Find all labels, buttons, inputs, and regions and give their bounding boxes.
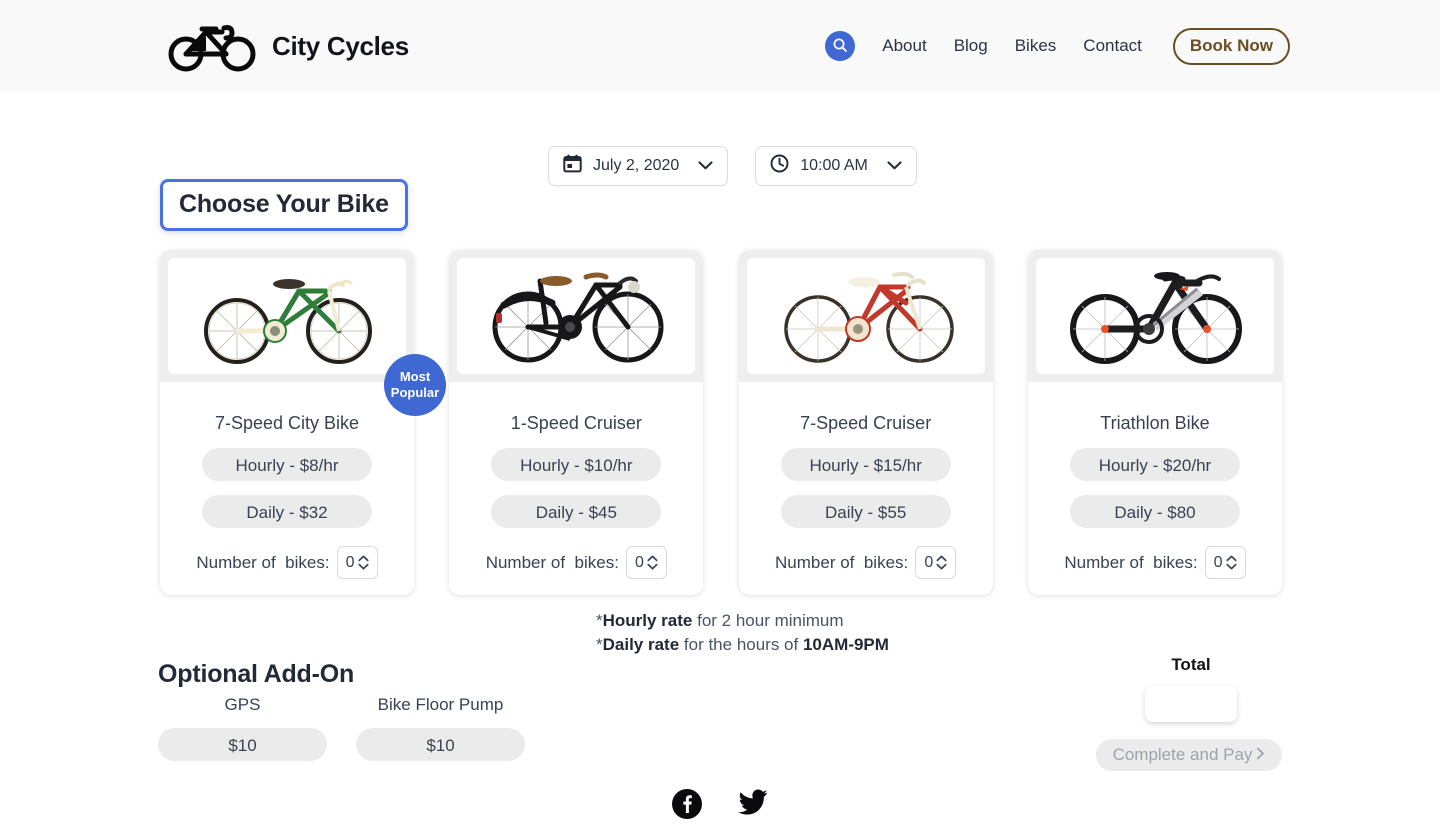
bike-image-container <box>738 250 993 382</box>
daily-rate-note: *Daily rate for the hours of 10AM-9PM <box>596 635 889 655</box>
optional-addons-section: Optional Add-On GPS $10 Bike Floor Pump … <box>158 660 525 761</box>
addon-item-gps: GPS $10 <box>158 695 327 761</box>
total-label: Total <box>1171 655 1211 674</box>
twitter-link[interactable] <box>738 789 768 819</box>
total-section: Total Complete and Pay <box>1096 655 1286 771</box>
hourly-rate-button[interactable]: Hourly - $20/hr <box>1069 448 1240 481</box>
hourly-rate-note: *Hourly rate for 2 hour minimum <box>596 611 844 630</box>
facebook-link[interactable] <box>672 789 702 819</box>
bike-name: Triathlon Bike <box>1100 413 1210 433</box>
bike-name: 7-Speed City Bike <box>214 413 360 433</box>
brand-name: City Cycles <box>272 30 409 61</box>
time-picker[interactable]: 10:00 AM <box>755 146 917 186</box>
nav-item-blog[interactable]: Blog <box>954 36 988 56</box>
page-title: Choose Your Bike <box>179 190 389 218</box>
datetime-pickers: July 2, 2020 10:00 AM <box>548 146 917 186</box>
addon-name: Bike Floor Pump <box>377 695 504 714</box>
badge-line-2: Popular <box>390 385 440 400</box>
hourly-rate-button[interactable]: Hourly - $15/hr <box>780 448 951 481</box>
addons-title: Optional Add-On <box>158 660 355 688</box>
quantity-label: Number of bikes: <box>1064 552 1198 572</box>
rate-notes: *Hourly rate for 2 hour minimum *Daily r… <box>596 609 889 657</box>
bike-image-container <box>160 250 414 382</box>
daily-rate-button[interactable]: Daily - $45 <box>491 495 662 528</box>
chevron-down-icon <box>887 157 902 175</box>
hourly-rate-button[interactable]: Hourly - $10/hr <box>491 448 662 481</box>
quantity-row: Number of bikes: 0 <box>160 546 414 579</box>
nav-item-contact[interactable]: Contact <box>1083 36 1142 56</box>
calendar-icon <box>563 154 582 178</box>
pay-button-label: Complete and Pay <box>1112 745 1253 764</box>
quantity-label: Number of bikes: <box>485 552 619 572</box>
most-popular-badge[interactable]: Most Popular <box>384 354 446 416</box>
quantity-row: Number of bikes: 0 <box>739 546 993 579</box>
choose-your-bike-heading-focused[interactable]: Choose Your Bike <box>160 179 408 231</box>
search-icon <box>832 37 848 56</box>
date-picker[interactable]: July 2, 2020 <box>548 146 729 186</box>
black-triathlon-bike-image <box>1035 258 1274 374</box>
bike-card[interactable]: Most Popular 7-Speed City Bike Hourly - … <box>160 250 446 595</box>
bike-name: 1-Speed Cruiser <box>510 413 642 433</box>
stepper-arrows-icon[interactable] <box>647 555 658 570</box>
quantity-row: Number of bikes: 0 <box>1028 546 1282 579</box>
quantity-stepper[interactable]: 0 <box>915 546 957 579</box>
black-cruiser-bike-image <box>457 258 696 374</box>
facebook-icon <box>672 789 702 823</box>
bike-image-container <box>449 250 704 382</box>
chevron-right-icon <box>1256 745 1265 765</box>
red-cruiser-bike-image <box>746 258 985 374</box>
clock-icon <box>770 154 789 178</box>
stepper-arrows-icon[interactable] <box>936 555 947 570</box>
daily-rate-button[interactable]: Daily - $80 <box>1069 495 1240 528</box>
green-city-bike-image <box>168 258 406 374</box>
bike-image-container <box>1027 250 1282 382</box>
quantity-label: Number of bikes: <box>196 552 330 572</box>
bike-card[interactable]: 1-Speed Cruiser Hourly - $10/hr Daily - … <box>449 250 704 595</box>
addon-item-bike-floor-pump: Bike Floor Pump $10 <box>356 695 525 761</box>
nav-item-bikes[interactable]: Bikes <box>1015 36 1057 56</box>
daily-rate-button[interactable]: Daily - $55 <box>780 495 951 528</box>
stepper-arrows-icon[interactable] <box>358 555 369 570</box>
social-links <box>0 789 1440 819</box>
addon-price-button[interactable]: $10 <box>356 728 525 761</box>
quantity-label: Number of bikes: <box>775 552 909 572</box>
daily-rate-button[interactable]: Daily - $32 <box>202 495 372 528</box>
quantity-row: Number of bikes: 0 <box>449 546 703 579</box>
addon-name: GPS <box>224 695 261 714</box>
bike-card-list: Most Popular 7-Speed City Bike Hourly - … <box>160 250 1282 595</box>
complete-and-pay-button[interactable]: Complete and Pay <box>1096 739 1282 771</box>
quantity-value: 0 <box>924 553 934 571</box>
main-nav: About Blog Bikes Contact Book Now <box>825 27 1290 65</box>
hourly-rate-button[interactable]: Hourly - $8/hr <box>202 448 372 481</box>
twitter-icon <box>738 789 768 819</box>
bike-name: 7-Speed Cruiser <box>800 413 932 433</box>
bicycle-icon <box>166 20 258 72</box>
addon-price-button[interactable]: $10 <box>158 728 327 761</box>
time-picker-value: 10:00 AM <box>800 157 868 174</box>
quantity-stepper[interactable]: 0 <box>1204 546 1246 579</box>
badge-line-1: Most <box>399 368 431 384</box>
stepper-arrows-icon[interactable] <box>1225 555 1237 570</box>
book-now-button[interactable]: Book Now <box>1172 27 1290 65</box>
total-value-box <box>1145 686 1237 722</box>
quantity-stepper[interactable]: 0 <box>625 546 667 579</box>
bike-card[interactable]: 7-Speed Cruiser Hourly - $15/hr Daily - … <box>738 250 993 595</box>
quantity-stepper[interactable]: 0 <box>336 546 378 579</box>
quantity-value: 0 <box>634 553 644 571</box>
quantity-value: 0 <box>345 553 355 571</box>
date-picker-value: July 2, 2020 <box>593 157 680 174</box>
quantity-value: 0 <box>1213 553 1223 571</box>
chevron-down-icon <box>698 157 713 175</box>
search-button[interactable] <box>825 31 856 61</box>
brand-logo-link[interactable]: City Cycles <box>166 20 409 72</box>
bike-card[interactable]: Triathlon Bike Hourly - $20/hr Daily - $… <box>1027 250 1282 595</box>
site-header: City Cycles About Blog Bikes Contact Boo… <box>0 0 1440 92</box>
nav-item-about[interactable]: About <box>882 36 926 56</box>
